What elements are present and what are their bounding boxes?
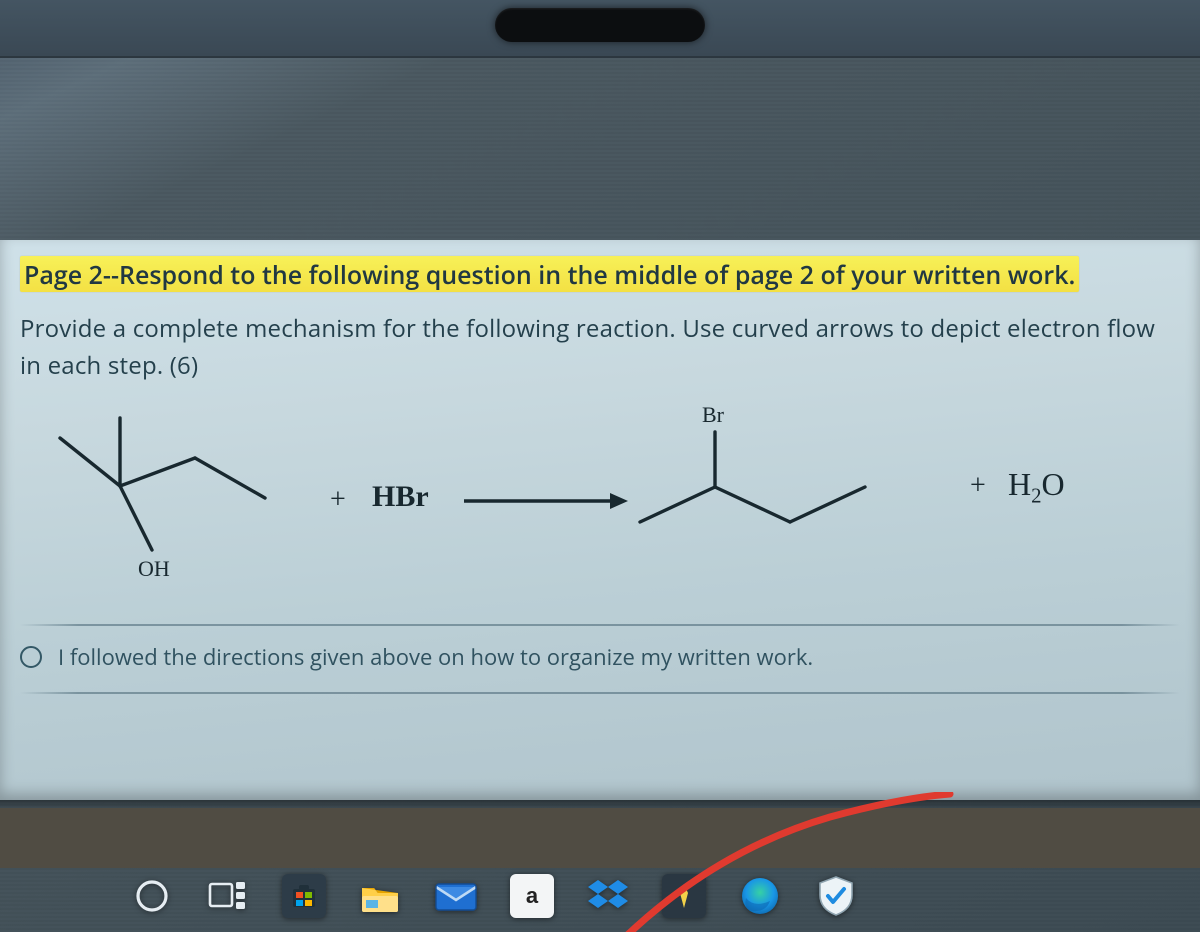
reactant-oh-label: OH xyxy=(138,556,170,582)
plus-sign-1: + xyxy=(330,484,346,516)
app-tile-icon[interactable] xyxy=(660,872,708,920)
byproduct-h2o: H2O xyxy=(1008,466,1065,508)
phone-notch xyxy=(495,8,705,42)
question-body: Provide a complete mechanism for the fol… xyxy=(20,310,1180,384)
edge-browser-icon[interactable] xyxy=(736,872,784,920)
desk-surface xyxy=(0,808,1200,868)
confirmation-label: I followed the directions given above on… xyxy=(58,642,813,672)
question-content: Page 2--Respond to the following questio… xyxy=(0,240,1200,800)
shield-check-icon[interactable] xyxy=(812,872,860,920)
dropbox-icon[interactable] xyxy=(584,872,632,920)
plus-sign-2: + xyxy=(970,470,986,502)
product-br-label: Br xyxy=(702,402,724,428)
amazon-icon[interactable]: a xyxy=(508,872,556,920)
file-explorer-icon[interactable] xyxy=(356,872,404,920)
reaction-arrow xyxy=(460,484,630,518)
task-view-icon[interactable] xyxy=(204,872,252,920)
cortana-circle-icon[interactable] xyxy=(128,872,176,920)
divider-top xyxy=(20,624,1180,626)
divider-bottom xyxy=(20,692,1180,694)
windows-taskbar: a xyxy=(100,860,1100,932)
radio-unchecked-icon[interactable] xyxy=(20,646,42,668)
amazon-letter: a xyxy=(526,883,538,909)
reagent-hbr: HBr xyxy=(372,480,429,514)
question-title: Page 2--Respond to the following questio… xyxy=(20,258,1180,292)
highlighted-instruction: Page 2--Respond to the following questio… xyxy=(20,256,1079,292)
confirmation-row[interactable]: I followed the directions given above on… xyxy=(20,642,1180,672)
mail-icon[interactable] xyxy=(432,872,480,920)
microsoft-store-icon[interactable] xyxy=(280,872,328,920)
reaction-scheme: OH + HBr Br + H2O xyxy=(20,408,1180,618)
product-structure xyxy=(620,412,900,552)
screen-bottom-edge xyxy=(0,800,1200,808)
